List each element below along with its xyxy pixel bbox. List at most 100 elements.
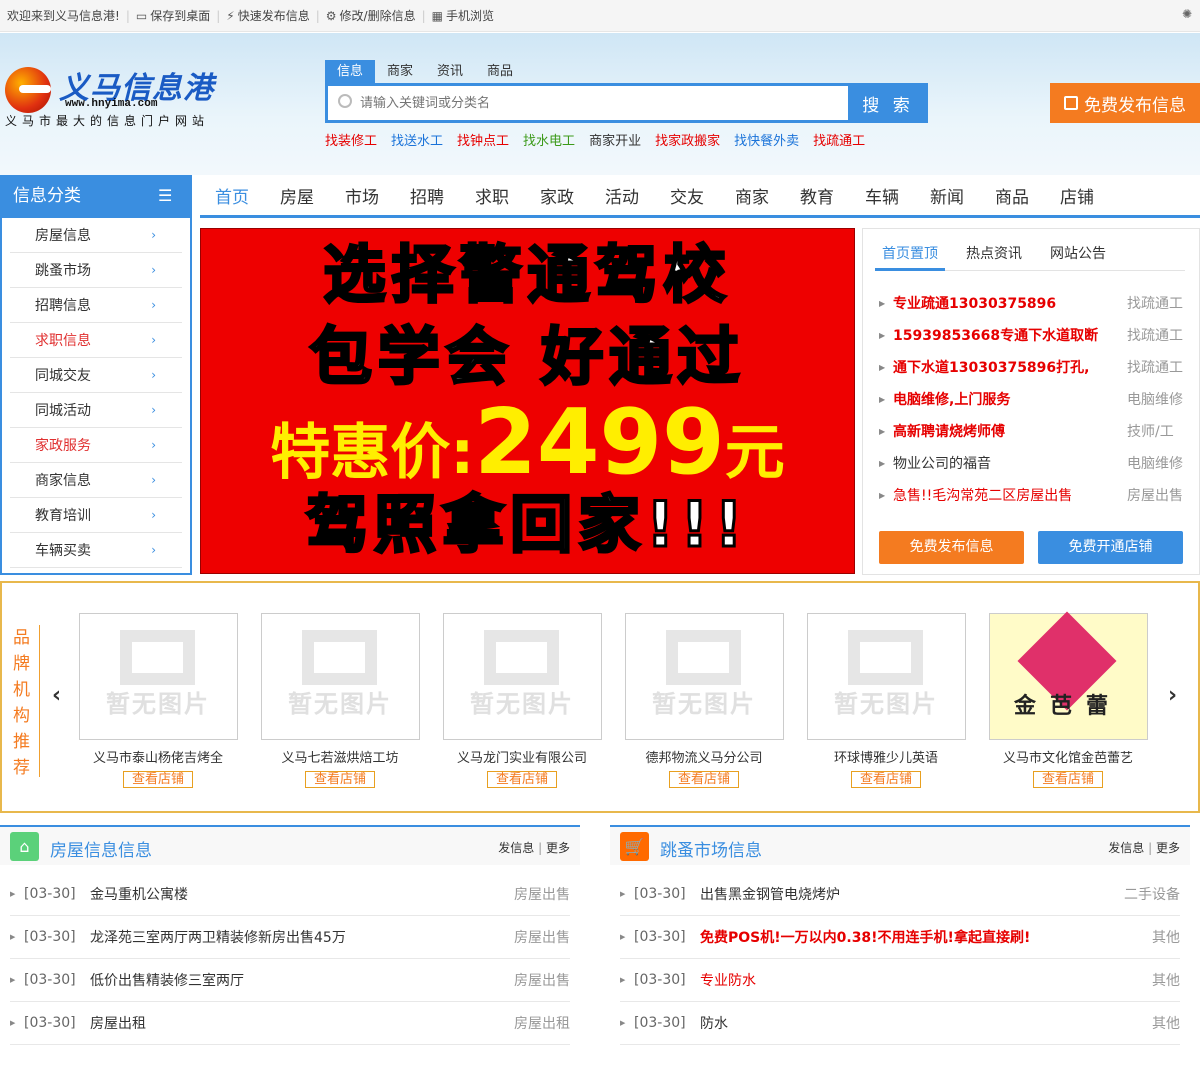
list-item[interactable]: ▶ [03-30] 免费POS机!一万以内0.38!不用连手机!拿起直接刷! 其他 [620, 916, 1180, 959]
mobile-browse-link[interactable]: ▦ 手机浏览 [432, 7, 494, 24]
item-title[interactable]: 房屋出租 [90, 1013, 514, 1033]
item-title[interactable]: 通下水道13030375896打孔, [893, 357, 1127, 377]
list-item[interactable]: ▶ [03-30] 专业防水 其他 [620, 959, 1180, 1002]
nav-item[interactable]: 房屋 [280, 183, 314, 208]
site-logo[interactable]: 义马信息港 www.hnyima.com 义马市最大的信息门户网站 [5, 65, 215, 130]
view-shop-button[interactable]: 查看店铺 [851, 771, 921, 788]
item-category[interactable]: 找疏通工 [1127, 293, 1185, 313]
item-title[interactable]: 15939853668专通下水道取断 [893, 325, 1127, 345]
list-item[interactable]: ▶ [03-30] 出售黑金钢管电烧烤炉 二手设备 [620, 873, 1180, 916]
quick-link[interactable]: 找快餐外卖 [734, 130, 799, 149]
item-category[interactable]: 房屋出售 [514, 970, 570, 990]
item-title[interactable]: 物业公司的福音 [893, 453, 1127, 473]
item-title[interactable]: 金马重机公寓楼 [90, 884, 514, 904]
brand-name[interactable]: 义马市泰山杨佬吉烤全 [78, 747, 238, 766]
list-item[interactable]: ▶ 物业公司的福音 电脑维修 [879, 447, 1185, 479]
list-item[interactable]: ▶ [03-30] 龙泽苑三室两厅两卫精装修新房出售45万 房屋出售 [10, 916, 570, 959]
brand-image[interactable]: 暂无图片 [78, 613, 238, 740]
sidebar-item[interactable]: 房屋信息 › [10, 218, 182, 253]
quick-link[interactable]: 商家开业 [589, 130, 641, 149]
item-title[interactable]: 防水 [700, 1013, 1152, 1033]
search-tab-news[interactable]: 资讯 [425, 60, 475, 83]
quick-link[interactable]: 找送水工 [391, 130, 443, 149]
brand-image[interactable]: 暂无图片 [260, 613, 420, 740]
sidebar-item[interactable]: 招聘信息 › [10, 288, 182, 323]
nav-item[interactable]: 招聘 [410, 183, 444, 208]
brand-name[interactable]: 环球博雅少儿英语 [806, 747, 966, 766]
search-tab-goods[interactable]: 商品 [475, 60, 525, 83]
brand-name[interactable]: 义马市文化馆金芭蕾艺 [988, 747, 1148, 766]
nav-item[interactable]: 市场 [345, 183, 379, 208]
post-link[interactable]: 发信息 [1108, 841, 1144, 855]
list-item[interactable]: ▶ 电脑维修,上门服务 电脑维修 [879, 383, 1185, 415]
sidebar-item[interactable]: 跳蚤市场 › [10, 253, 182, 288]
tab-announcements[interactable]: 网站公告 [1043, 229, 1113, 271]
list-item[interactable]: ▶ [03-30] 防水 其他 [620, 1002, 1180, 1045]
search-tab-merchant[interactable]: 商家 [375, 60, 425, 83]
list-item[interactable]: ▶ 15939853668专通下水道取断 找疏通工 [879, 319, 1185, 351]
view-shop-button[interactable]: 查看店铺 [1033, 771, 1103, 788]
nav-item[interactable]: 求职 [475, 183, 509, 208]
tab-hot-news[interactable]: 热点资讯 [959, 229, 1029, 271]
item-title[interactable]: 专业防水 [700, 970, 1152, 990]
list-item[interactable]: ▶ [03-30] 金马重机公寓楼 房屋出售 [10, 873, 570, 916]
nav-item[interactable]: 家政 [540, 183, 574, 208]
search-tab-info[interactable]: 信息 [325, 60, 376, 83]
free-publish-button[interactable]: 免费发布信息 [879, 531, 1024, 564]
item-title[interactable]: 龙泽苑三室两厅两卫精装修新房出售45万 [90, 927, 514, 947]
more-link[interactable]: 更多 [1156, 841, 1180, 855]
brand-image[interactable]: 暂无图片 [806, 613, 966, 740]
quick-link[interactable]: 找装修工 [325, 130, 377, 149]
save-desktop-link[interactable]: ▭ 保存到桌面 [136, 7, 210, 24]
brand-image[interactable]: 金芭蕾 [988, 611, 1148, 740]
ad-banner[interactable]: 选择警通驾校 包学会 好通过 特惠价:2499元 驾照拿回家!!! [200, 228, 855, 574]
edit-delete-link[interactable]: ⚙ 修改/删除信息 [326, 7, 416, 24]
item-title[interactable]: 急售!!毛沟常苑二区房屋出售 [893, 485, 1127, 505]
item-title[interactable]: 电脑维修,上门服务 [893, 389, 1127, 409]
item-title[interactable]: 低价出售精装修三室两厅 [90, 970, 514, 990]
item-category[interactable]: 二手设备 [1124, 884, 1180, 904]
item-title[interactable]: 出售黑金钢管电烧烤炉 [700, 884, 1124, 904]
search-input[interactable] [360, 86, 840, 120]
nav-item[interactable]: 教育 [800, 183, 834, 208]
tab-pinned[interactable]: 首页置顶 [875, 229, 945, 271]
nav-item[interactable]: 商家 [735, 183, 769, 208]
view-shop-button[interactable]: 查看店铺 [669, 771, 739, 788]
sidebar-item[interactable]: 同城交友 › [10, 358, 182, 393]
nav-item[interactable]: 活动 [605, 183, 639, 208]
list-item[interactable]: ▶ 高新聘请烧烤师傅 技师/工 [879, 415, 1185, 447]
item-category[interactable]: 技师/工 [1127, 421, 1185, 441]
quick-post-link[interactable]: ⚡ 快速发布信息 [226, 7, 309, 24]
list-item[interactable]: ▶ [03-30] 房屋出租 房屋出租 [10, 1002, 570, 1045]
quick-link[interactable]: 找水电工 [523, 130, 575, 149]
publish-button[interactable]: 免费发布信息 [1050, 83, 1200, 123]
nav-item[interactable]: 新闻 [930, 183, 964, 208]
search-button[interactable]: 搜 索 [848, 83, 928, 123]
quick-link[interactable]: 找钟点工 [457, 130, 509, 149]
item-title[interactable]: 免费POS机!一万以内0.38!不用连手机!拿起直接刷! [700, 927, 1152, 947]
list-item[interactable]: ▶ 专业疏通13030375896 找疏通工 [879, 287, 1185, 319]
quick-link[interactable]: 找家政搬家 [655, 130, 720, 149]
section-title[interactable]: 跳蚤市场信息 [660, 836, 762, 861]
item-category[interactable]: 房屋出售 [514, 927, 570, 947]
quick-link[interactable]: 找疏通工 [813, 130, 865, 149]
brand-name[interactable]: 德邦物流义马分公司 [624, 747, 784, 766]
nav-item[interactable]: 车辆 [865, 183, 899, 208]
item-category[interactable]: 电脑维修 [1127, 389, 1185, 409]
list-icon[interactable]: ☰ [158, 188, 180, 204]
item-title[interactable]: 专业疏通13030375896 [893, 293, 1127, 313]
next-arrow-icon[interactable]: › [1168, 683, 1177, 708]
item-category[interactable]: 其他 [1152, 1013, 1180, 1033]
sidebar-item[interactable]: 商家信息 › [10, 463, 182, 498]
nav-item[interactable]: 首页 [215, 183, 249, 208]
view-shop-button[interactable]: 查看店铺 [123, 771, 193, 788]
item-category[interactable]: 房屋出售 [514, 884, 570, 904]
sidebar-item[interactable]: 同城活动 › [10, 393, 182, 428]
item-category[interactable]: 找疏通工 [1127, 357, 1185, 377]
brand-image[interactable]: 暂无图片 [442, 613, 602, 740]
brand-name[interactable]: 义马七若滋烘焙工坊 [260, 747, 420, 766]
brand-name[interactable]: 义马龙门实业有限公司 [442, 747, 602, 766]
sidebar-item[interactable]: 车辆买卖 › [10, 533, 182, 568]
item-category[interactable]: 房屋出售 [1127, 485, 1185, 505]
item-category[interactable]: 其他 [1152, 970, 1180, 990]
